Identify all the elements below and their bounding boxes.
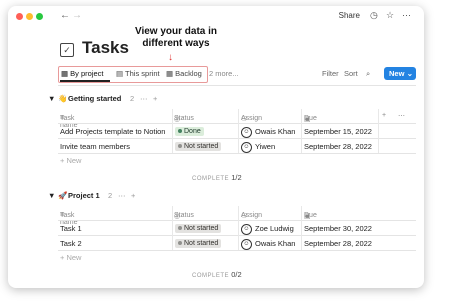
avatar: ☺ bbox=[241, 239, 252, 250]
minimize-window-button[interactable] bbox=[26, 13, 33, 20]
new-row-button[interactable]: + New bbox=[60, 253, 81, 262]
new-button[interactable]: New ⌄ bbox=[384, 67, 416, 80]
table-row[interactable]: Invite team members Not started ☺ Yiwen … bbox=[58, 139, 416, 153]
back-arrow-icon[interactable]: ← bbox=[60, 10, 70, 21]
group-emoji: 🚀 bbox=[58, 191, 68, 200]
complete-count: COMPLETE 0/2 bbox=[192, 270, 242, 279]
due-date[interactable]: September 28, 2022 bbox=[304, 142, 372, 151]
new-row-button[interactable]: + New bbox=[60, 156, 81, 165]
task-name[interactable]: Add Projects template to Notion bbox=[60, 127, 165, 136]
checkbox-icon: ✓ bbox=[60, 43, 74, 57]
forward-arrow-icon[interactable]: → bbox=[72, 10, 82, 21]
clock-icon[interactable]: ◷ bbox=[370, 10, 378, 21]
board-icon: ▤ bbox=[116, 69, 126, 78]
avatar: ☺ bbox=[241, 224, 252, 235]
due-date[interactable]: September 28, 2022 bbox=[304, 239, 372, 248]
callout-line-2: different ways bbox=[142, 38, 210, 49]
column-divider bbox=[172, 109, 173, 153]
share-button[interactable]: Share bbox=[339, 11, 360, 20]
assignee[interactable]: Owais Khan bbox=[255, 239, 295, 248]
task-name[interactable]: Task 2 bbox=[60, 239, 82, 248]
avatar: ☺ bbox=[241, 127, 252, 138]
column-divider bbox=[378, 109, 379, 153]
search-icon[interactable]: ⌕ bbox=[366, 69, 370, 79]
page-title: Tasks bbox=[82, 38, 129, 57]
tab-by-project[interactable]: ▦ By project bbox=[61, 69, 104, 78]
status-badge[interactable]: Not started bbox=[175, 224, 222, 233]
assignee[interactable]: Owais Khan bbox=[255, 127, 295, 136]
group-emoji: 👋 bbox=[58, 94, 68, 103]
table-icon: ▦ bbox=[61, 69, 71, 78]
group-name: Getting started bbox=[68, 94, 122, 103]
close-window-button[interactable] bbox=[16, 13, 23, 20]
status-dot-icon bbox=[178, 226, 182, 231]
callout-line-1: View your data in bbox=[134, 26, 218, 37]
table-row[interactable]: Task 1 Not started ☺ Zoe Ludwig Septembe… bbox=[58, 221, 416, 235]
more-icon[interactable]: ⋯ bbox=[140, 94, 148, 103]
status-badge[interactable]: Done bbox=[175, 127, 204, 136]
collapse-toggle-icon[interactable]: ▼ bbox=[48, 191, 55, 200]
column-divider bbox=[301, 206, 302, 250]
chevron-down-icon[interactable]: ⌄ bbox=[402, 67, 413, 80]
due-date[interactable]: September 30, 2022 bbox=[304, 224, 372, 233]
status-badge[interactable]: Not started bbox=[175, 239, 222, 248]
tab-this-sprint[interactable]: ▤ This sprint bbox=[116, 69, 160, 78]
filter-button[interactable]: Filter bbox=[322, 69, 339, 78]
tab-backlog[interactable]: ▦ Backlog bbox=[166, 69, 202, 78]
status-dot-icon bbox=[178, 241, 182, 246]
group-header-getting-started[interactable]: ▼ 👋 Getting started 2 ⋯ + bbox=[48, 94, 248, 106]
more-icon[interactable]: ⋯ bbox=[402, 10, 411, 21]
sort-button[interactable]: Sort bbox=[344, 69, 358, 78]
table-row[interactable]: Add Projects template to Notion Done ☺ O… bbox=[58, 124, 416, 138]
complete-count: COMPLETE 1/2 bbox=[192, 173, 242, 182]
column-divider bbox=[172, 206, 173, 250]
zoom-window-button[interactable] bbox=[36, 13, 43, 20]
arrow-down-icon: ↓ bbox=[168, 52, 173, 63]
star-icon[interactable]: ☆ bbox=[386, 10, 394, 21]
column-headers: ≡ Task name ◎ Status ⚇ Assign ▣ Due bbox=[60, 212, 317, 226]
status-dot-icon bbox=[178, 129, 182, 134]
more-views-button[interactable]: 2 more... bbox=[209, 69, 239, 78]
table-icon: ▦ bbox=[166, 69, 176, 78]
divider bbox=[58, 153, 416, 154]
column-divider bbox=[238, 206, 239, 250]
add-icon[interactable]: + bbox=[153, 94, 157, 103]
group-name: Project 1 bbox=[68, 191, 100, 200]
status-badge[interactable]: Not started bbox=[175, 142, 222, 151]
avatar: ☺ bbox=[241, 142, 252, 153]
assignee[interactable]: Zoe Ludwig bbox=[255, 224, 294, 233]
divider bbox=[58, 85, 416, 86]
assignee[interactable]: Yiwen bbox=[255, 142, 275, 151]
more-icon[interactable]: ⋯ bbox=[118, 191, 126, 200]
due-date[interactable]: September 15, 2022 bbox=[304, 127, 372, 136]
task-name[interactable]: Task 1 bbox=[60, 224, 82, 233]
title-bar: ← → Share ◷ ☆ ⋯ bbox=[8, 6, 424, 28]
annotation-callout: View your data in different ways bbox=[128, 26, 224, 50]
status-dot-icon bbox=[178, 144, 182, 149]
active-tab-indicator bbox=[60, 80, 110, 82]
group-count: 2 bbox=[108, 191, 113, 200]
collapse-toggle-icon[interactable]: ▼ bbox=[48, 94, 55, 103]
table-row[interactable]: Task 2 Not started ☺ Owais Khan Septembe… bbox=[58, 236, 416, 250]
view-tabs: ▦ By project ▤ This sprint ▦ Backlog 2 m… bbox=[58, 66, 416, 83]
column-divider bbox=[301, 109, 302, 153]
column-headers: ≡ Task name ◎ Status ⚇ Assign ▣ Due + ⋯ bbox=[60, 112, 405, 129]
app-window: ← → Share ◷ ☆ ⋯ ✓ Tasks View your data i… bbox=[8, 6, 424, 288]
add-column-icon[interactable]: + bbox=[382, 112, 386, 119]
divider bbox=[58, 250, 416, 251]
group-header-project-1[interactable]: ▼ 🚀 Project 1 2 ⋯ + bbox=[48, 191, 248, 203]
column-divider bbox=[238, 109, 239, 153]
task-name[interactable]: Invite team members bbox=[60, 142, 130, 151]
add-icon[interactable]: + bbox=[131, 191, 135, 200]
more-icon[interactable]: ⋯ bbox=[398, 112, 405, 120]
group-count: 2 bbox=[130, 94, 135, 103]
